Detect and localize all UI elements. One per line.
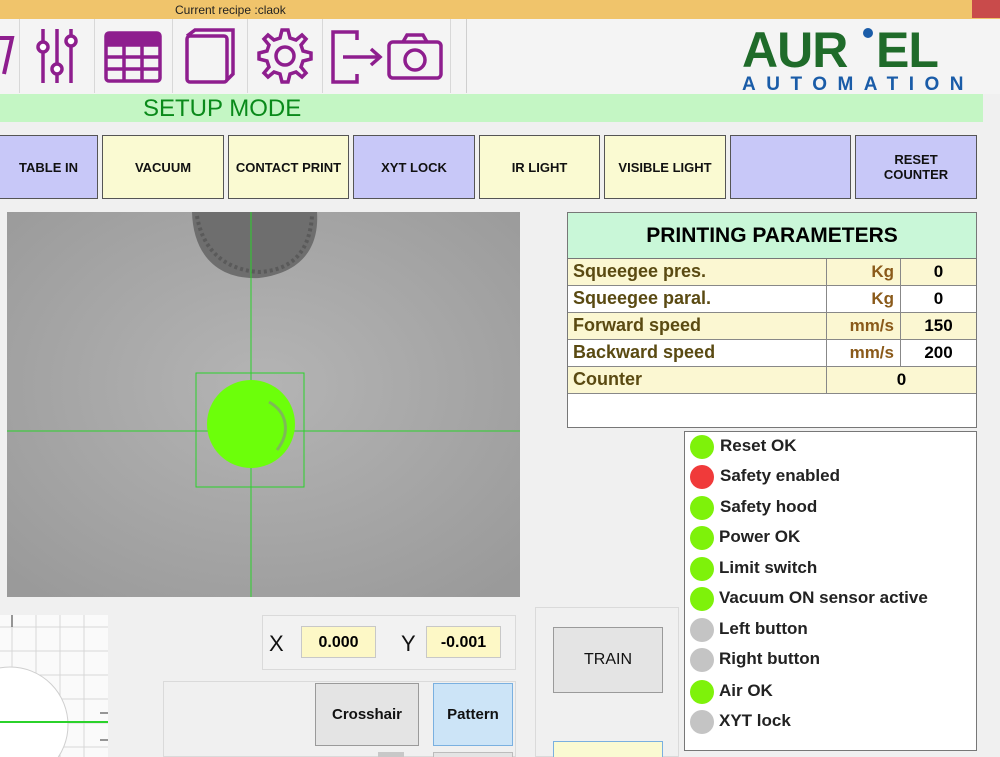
camera-icon [387, 33, 443, 80]
contact-print-label: CONTACT PRINT [235, 159, 342, 175]
minimap-view[interactable] [0, 615, 108, 757]
status-indicator-icon [690, 680, 714, 704]
param-value[interactable]: 200 [900, 340, 976, 366]
status-indicator-icon [690, 465, 714, 489]
pattern-button[interactable]: Pattern [433, 683, 513, 746]
status-indicator-icon [690, 435, 714, 459]
status-label: Limit switch [719, 558, 818, 577]
param-unit: mm/s [826, 313, 900, 339]
status-label: XYT lock [719, 711, 791, 730]
pattern-label: Pattern [447, 706, 499, 723]
param-value[interactable]: 150 [900, 313, 976, 339]
status-indicator-icon [690, 648, 714, 672]
camera-view[interactable] [7, 212, 520, 597]
status-label: Left button [719, 619, 808, 638]
xyt-lock-label: XYT LOCK [381, 159, 447, 175]
table-in-button[interactable]: TABLE IN [0, 135, 98, 199]
param-value[interactable]: 0 [900, 286, 976, 312]
status-label: Safety enabled [720, 466, 840, 485]
train-button[interactable]: TRAIN [553, 627, 663, 693]
status-label: Right button [719, 649, 821, 668]
param-row-squeegee-parallelism[interactable]: Squeegee paral. Kg 0 [568, 286, 976, 313]
table-icon [104, 31, 162, 83]
params-title: PRINTING PARAMETERS [568, 213, 976, 259]
toolbar-separator [450, 19, 467, 93]
param-name: Forward speed [573, 315, 702, 335]
window-icon [184, 28, 235, 84]
window-title: Current recipe :claok [175, 3, 286, 17]
printing-parameters-panel: PRINTING PARAMETERS Squeegee pres. Kg 0 … [567, 212, 977, 428]
partial-icon-button[interactable] [0, 19, 20, 93]
blank-button[interactable] [730, 135, 851, 199]
ir-light-button[interactable]: IR LIGHT [479, 135, 600, 199]
vacuum-label: VACUUM [134, 159, 192, 175]
svg-text:AUTOMATION: AUTOMATION [742, 74, 974, 93]
xyt-lock-button[interactable]: XYT LOCK [353, 135, 475, 199]
param-unit: Kg [826, 259, 900, 285]
param-name: Squeegee pres. [573, 261, 707, 281]
title-bar: Current recipe :claok [0, 0, 1000, 20]
param-row-counter[interactable]: Counter 0 [568, 367, 976, 394]
slider-thumb[interactable] [378, 752, 404, 757]
reset-counter-button[interactable]: RESET COUNTER [855, 135, 977, 199]
status-indicator-icon [690, 587, 714, 611]
status-indicator-icon [690, 496, 714, 520]
mode-banner: SETUP MODE [0, 94, 983, 122]
param-value[interactable]: 0 [900, 259, 976, 285]
param-row-forward-speed[interactable]: Forward speed mm/s 150 [568, 313, 976, 340]
sliders-button[interactable] [19, 19, 95, 93]
x-value: 0.000 [301, 626, 376, 658]
contact-print-button[interactable]: CONTACT PRINT [228, 135, 349, 199]
status-indicator-icon [690, 526, 714, 550]
param-unit: mm/s [826, 340, 900, 366]
gear-icon [256, 28, 313, 84]
coordinates-panel: X 0.000 Y -0.001 [262, 615, 516, 670]
vacuum-button[interactable]: VACUUM [102, 135, 224, 199]
svg-text:AUR: AUR [742, 22, 848, 78]
status-indicator-icon [690, 710, 714, 734]
yellow-action-button[interactable] [553, 741, 663, 757]
status-label: Air OK [719, 681, 773, 700]
settings-button[interactable] [247, 19, 323, 93]
x-label: X [269, 631, 284, 656]
y-value: -0.001 [426, 626, 501, 658]
visible-light-button[interactable]: VISIBLE LIGHT [604, 135, 726, 199]
y-label: Y [401, 631, 416, 656]
export-icon [331, 30, 383, 84]
status-label: Power OK [719, 527, 801, 546]
param-unit: Kg [826, 286, 900, 312]
param-value: 0 [826, 367, 976, 393]
status-indicator-icon [690, 618, 714, 642]
svg-text:EL: EL [876, 22, 938, 78]
visible-light-label: VISIBLE LIGHT [618, 159, 712, 175]
param-row-squeegee-pressure[interactable]: Squeegee pres. Kg 0 [568, 259, 976, 286]
param-name: Counter [573, 369, 642, 389]
reset-counter-label: RESET COUNTER [883, 152, 949, 182]
company-logo: AUR EL AUTOMATION [740, 21, 990, 95]
detected-pad [207, 380, 295, 468]
table-in-label: TABLE IN [19, 159, 78, 175]
param-name: Squeegee paral. [573, 288, 712, 308]
ir-light-label: IR LIGHT [511, 159, 568, 175]
close-button[interactable] [972, 0, 1000, 18]
status-label: Vacuum ON sensor active [719, 588, 928, 607]
table-button[interactable] [94, 19, 173, 93]
status-label: Reset OK [720, 436, 797, 455]
status-panel: Reset OK Safety enabled Safety hood Powe… [684, 431, 977, 751]
mode-label: SETUP MODE [143, 95, 302, 122]
window-button[interactable] [172, 19, 248, 93]
secondary-button-edge[interactable] [433, 752, 513, 757]
status-label: Safety hood [720, 497, 818, 516]
param-row-backward-speed[interactable]: Backward speed mm/s 200 [568, 340, 976, 367]
status-indicator-icon [690, 557, 714, 581]
param-name: Backward speed [573, 342, 716, 362]
sliders-icon [35, 29, 78, 83]
train-label: TRAIN [584, 651, 632, 668]
export-camera-button[interactable] [322, 19, 451, 93]
crosshair-label: Crosshair [331, 706, 403, 723]
crosshair-button[interactable]: Crosshair [315, 683, 419, 746]
